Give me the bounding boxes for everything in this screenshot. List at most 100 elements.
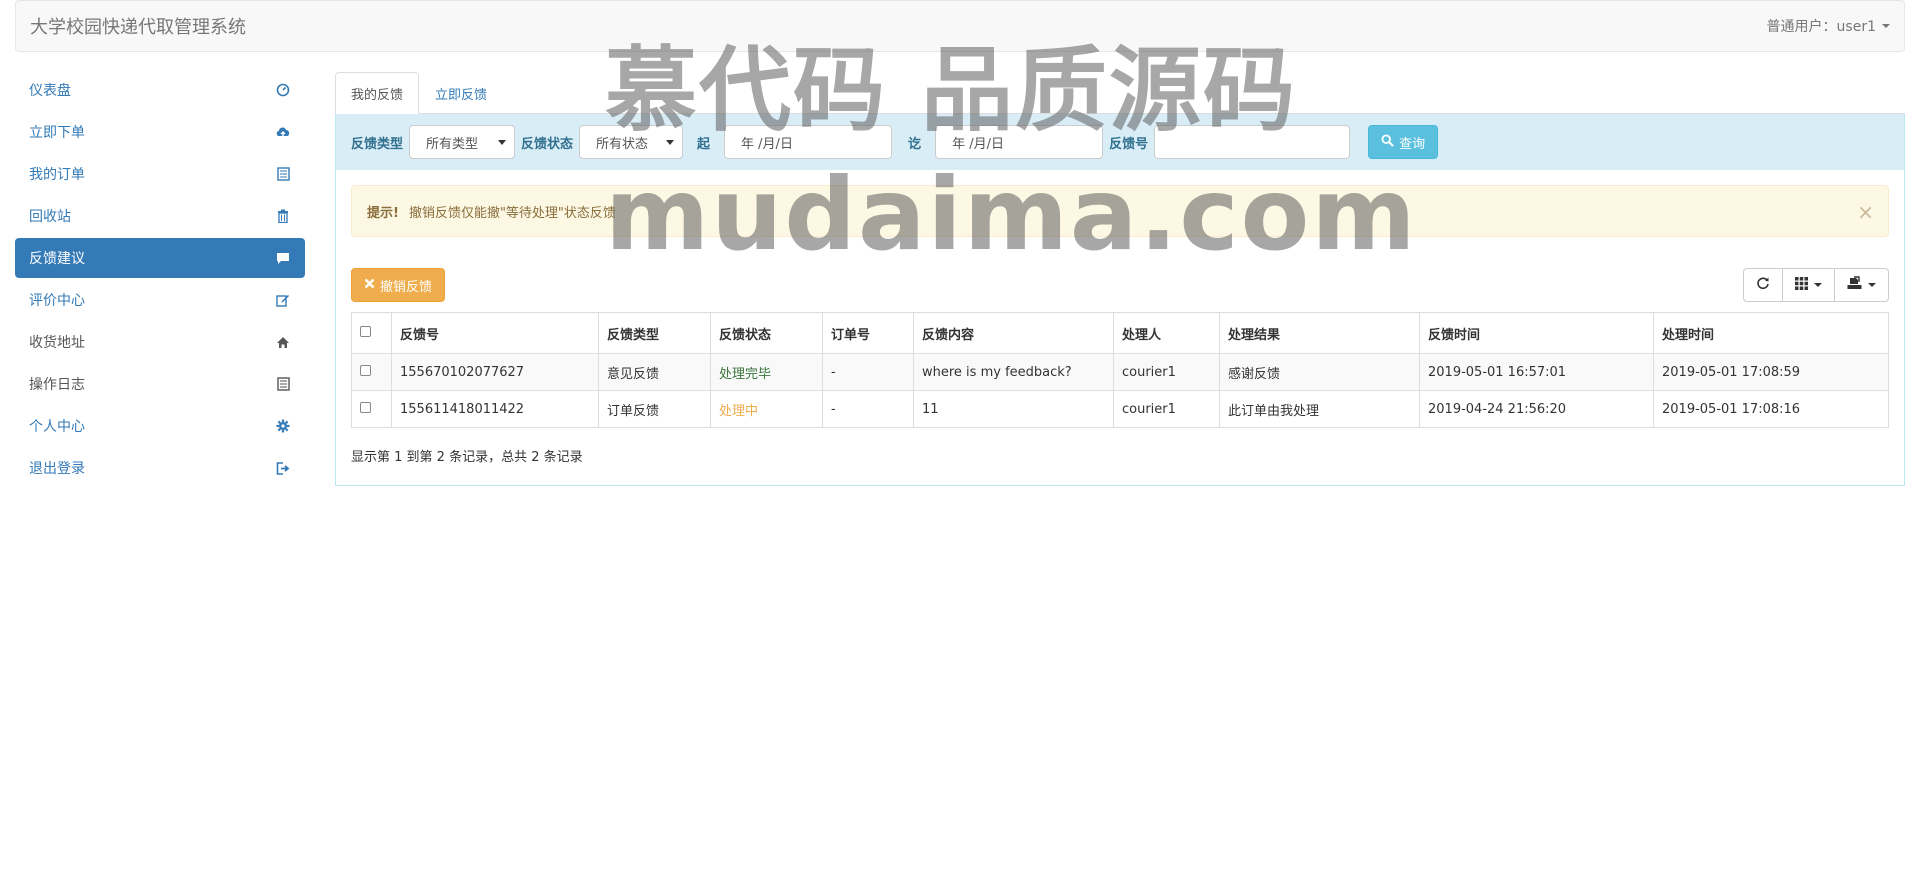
export-button[interactable]	[1835, 268, 1889, 302]
tab-my-feedback[interactable]: 我的反馈	[335, 72, 420, 114]
sidebar-item-feedback[interactable]: 反馈建议	[15, 238, 305, 278]
select-all-checkbox[interactable]	[360, 325, 371, 337]
feedback-status-cell: 处理中	[710, 390, 823, 428]
column-header[interactable]: 反馈时间	[1419, 312, 1654, 354]
close-icon[interactable]: ×	[1857, 200, 1874, 224]
select-all-cell	[351, 312, 392, 354]
sidebar-item-label: 操作日志	[29, 377, 85, 393]
chevron-down-icon	[498, 139, 507, 145]
sidebar-item-label: 个人中心	[29, 419, 85, 435]
column-header[interactable]: 处理时间	[1653, 312, 1889, 354]
filter-bar: 反馈类型 所有类型 反馈状态 所有状态 起 年 /月/日 讫 年 /月/日 反馈…	[336, 114, 1904, 170]
columns-toggle-button[interactable]	[1783, 268, 1835, 302]
feedback-status-cell: 处理完毕	[710, 353, 823, 391]
log-out-icon	[275, 460, 291, 476]
sidebar-item-label: 仪表盘	[29, 83, 71, 99]
feedback-status-select[interactable]: 所有状态	[579, 125, 684, 159]
cancel-feedback-button[interactable]: 撤销反馈	[351, 268, 446, 302]
dashboard-icon	[275, 82, 291, 98]
sidebar-item-dashboard[interactable]: 仪表盘	[15, 70, 305, 110]
end-date-placeholder: 年 /月/日	[952, 136, 1004, 152]
handle-time-cell: 2019-05-01 17:08:16	[1653, 390, 1889, 428]
sidebar-item-logout[interactable]: 退出登录	[15, 448, 305, 488]
feedback-status-value: 所有状态	[596, 136, 649, 152]
start-date-placeholder: 年 /月/日	[741, 136, 793, 152]
handler-cell: courier1	[1113, 353, 1220, 391]
start-date-input[interactable]: 年 /月/日	[724, 125, 893, 159]
feedback-content-cell: 11	[913, 390, 1114, 428]
column-header[interactable]: 反馈号	[391, 312, 599, 354]
table-row[interactable]: 155611418011422 订单反馈 处理中 - 11 courier1 此…	[351, 390, 1889, 428]
sidebar: 仪表盘 立即下单 我的订单 回收站 反馈建议 评价中心 收货地址 操作日志 个人…	[15, 70, 305, 490]
result-cell: 此订单由我处理	[1219, 390, 1420, 428]
sidebar-item-label: 反馈建议	[29, 251, 85, 267]
feedback-status-label: 反馈状态	[521, 136, 574, 152]
column-header[interactable]: 订单号	[822, 312, 914, 354]
sidebar-item-label: 我的订单	[29, 167, 85, 183]
tab-submit-feedback[interactable]: 立即反馈	[419, 72, 503, 114]
row-checkbox[interactable]	[360, 401, 371, 413]
table-row[interactable]: 155670102077627 意见反馈 处理完毕 - where is my …	[351, 353, 1889, 391]
feedback-time-cell: 2019-05-01 16:57:01	[1419, 353, 1654, 391]
feedback-id-label: 反馈号	[1109, 136, 1149, 152]
sidebar-item-logs[interactable]: 操作日志	[15, 364, 305, 404]
alert-title: 提示!	[367, 205, 399, 221]
sidebar-item-label: 回收站	[29, 209, 71, 225]
column-header[interactable]: 反馈内容	[913, 312, 1114, 354]
refresh-icon	[1756, 276, 1770, 294]
feedback-type-cell: 订单反馈	[598, 390, 711, 428]
cog-icon	[275, 418, 291, 434]
sidebar-item-label: 退出登录	[29, 461, 85, 477]
feedback-id-cell: 155670102077627	[391, 353, 599, 391]
comment-icon	[275, 250, 291, 266]
alert-message: 撤销反馈仅能撤"等待处理"状态反馈	[408, 205, 616, 221]
row-checkbox[interactable]	[360, 364, 371, 376]
feedback-type-value: 所有类型	[426, 136, 479, 152]
remove-icon	[364, 278, 375, 293]
feedback-id-input[interactable]	[1154, 125, 1351, 159]
feedback-panel: 反馈类型 所有类型 反馈状态 所有状态 起 年 /月/日 讫 年 /月/日 反馈…	[335, 114, 1905, 486]
sidebar-item-profile[interactable]: 个人中心	[15, 406, 305, 446]
feedback-content-cell: where is my feedback?	[913, 353, 1114, 391]
feedback-time-cell: 2019-04-24 21:56:20	[1419, 390, 1654, 428]
main-content: 我的反馈 立即反馈 反馈类型 所有类型 反馈状态 所有状态 起 年 /月/日 讫…	[335, 72, 1905, 486]
user-menu-label: 普通用户：user1	[1766, 19, 1876, 35]
user-menu[interactable]: 普通用户：user1	[1767, 16, 1890, 36]
top-navbar: 大学校园快递代取管理系统 普通用户：user1	[15, 0, 1905, 52]
row-select-cell	[351, 353, 392, 391]
table-tools-group	[1743, 268, 1889, 302]
start-date-label: 起	[697, 136, 711, 152]
pagination-info: 显示第 1 到第 2 条记录，总共 2 条记录	[351, 450, 583, 465]
grid-icon	[1795, 276, 1808, 294]
row-select-cell	[351, 390, 392, 428]
result-cell: 感谢反馈	[1219, 353, 1420, 391]
tip-alert: 提示! 撤销反馈仅能撤"等待处理"状态反馈 ×	[351, 185, 1889, 237]
sidebar-item-order-now[interactable]: 立即下单	[15, 112, 305, 152]
trash-icon	[275, 208, 291, 224]
caret-down-icon	[1868, 283, 1876, 287]
sidebar-item-address[interactable]: 收货地址	[15, 322, 305, 362]
order-id-cell: -	[822, 390, 914, 428]
edit-icon	[275, 292, 291, 308]
sidebar-item-recycle-bin[interactable]: 回收站	[15, 196, 305, 236]
sidebar-item-my-orders[interactable]: 我的订单	[15, 154, 305, 194]
app-brand[interactable]: 大学校园快递代取管理系统	[30, 13, 246, 39]
caret-down-icon	[1882, 24, 1890, 28]
caret-down-icon	[1814, 283, 1822, 287]
search-icon	[1381, 133, 1394, 151]
query-button[interactable]: 查询	[1368, 125, 1439, 159]
refresh-button[interactable]	[1743, 268, 1783, 302]
column-header[interactable]: 处理结果	[1219, 312, 1420, 354]
feedback-id-cell: 155611418011422	[391, 390, 599, 428]
table-header-row: 反馈号 反馈类型 反馈状态 订单号 反馈内容 处理人 处理结果 反馈时间 处理时…	[351, 312, 1889, 354]
column-header[interactable]: 反馈类型	[598, 312, 711, 354]
cancel-feedback-label: 撤销反馈	[380, 279, 433, 295]
column-header[interactable]: 反馈状态	[710, 312, 823, 354]
end-date-input[interactable]: 年 /月/日	[935, 125, 1104, 159]
feedback-type-label: 反馈类型	[351, 136, 404, 152]
feedback-type-cell: 意见反馈	[598, 353, 711, 391]
column-header[interactable]: 处理人	[1113, 312, 1220, 354]
feedback-type-select[interactable]: 所有类型	[409, 125, 516, 159]
sidebar-item-reviews[interactable]: 评价中心	[15, 280, 305, 320]
sidebar-item-label: 立即下单	[29, 125, 85, 141]
